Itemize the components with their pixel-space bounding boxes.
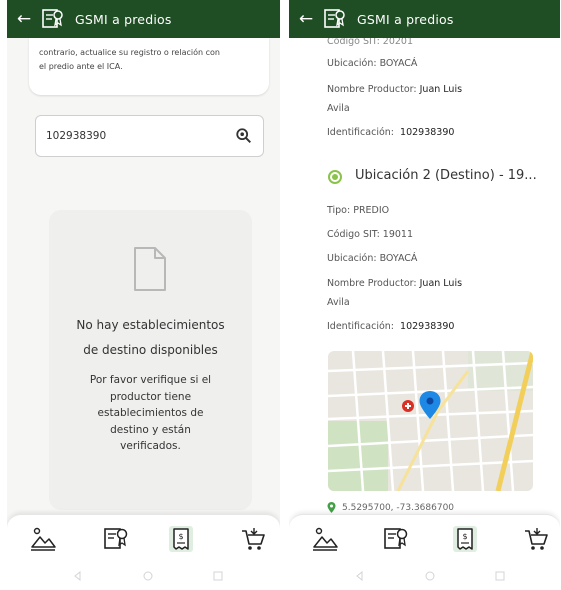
cart-icon[interactable] [522, 525, 550, 553]
screenshot-root: ← GSMI a predios contrario, actualice su… [0, 0, 561, 590]
location2-identificacion: Identificación: 102938390 [327, 321, 454, 332]
coordinates-text: 5.5295700, -73.3686700 [342, 502, 455, 513]
empty-heading-line: No hay establecimientos [76, 318, 225, 332]
receipt-icon[interactable]: $ [167, 525, 195, 553]
svg-text:$: $ [462, 532, 467, 541]
productor-label: Nombre Productor: [327, 278, 417, 289]
location2-codigo: Código SIT: 19011 [327, 229, 414, 240]
receipt-icon[interactable]: $ [451, 525, 479, 553]
location2-ubicacion: Ubicación: BOYACÁ [327, 253, 418, 264]
empty-message-line: establecimientos de [97, 407, 204, 419]
certificate-icon[interactable] [382, 525, 410, 553]
app-title: GSMI a predios [357, 11, 454, 27]
coordinates: 5.5295700, -73.3686700 [327, 502, 454, 513]
search-input[interactable]: 102938390 [46, 130, 235, 142]
back-arrow-icon[interactable]: ← [295, 9, 317, 29]
certificate-logo-icon [324, 9, 345, 28]
system-back-icon[interactable] [73, 571, 83, 581]
certificate-logo-icon [42, 9, 63, 28]
location2-productor: Nombre Productor: Juan Luis [327, 278, 462, 289]
system-navigation-bar [289, 562, 560, 590]
location2-radio[interactable] [328, 170, 342, 184]
landscape-icon[interactable] [29, 525, 57, 553]
productor-name: Juan Luis [419, 84, 463, 95]
app-title: GSMI a predios [75, 11, 172, 27]
notice-card: contrario, actualice su registro o relac… [29, 38, 269, 95]
landscape-icon[interactable] [311, 525, 339, 553]
location-map[interactable] [328, 351, 533, 491]
location2-tipo: Tipo: PREDIO [327, 205, 390, 216]
empty-heading-line: de destino disponibles [83, 343, 218, 357]
empty-message-line: verificados. [120, 440, 181, 452]
identificacion-label: Identificación: [327, 321, 394, 332]
empty-state-card: No hay establecimientos de destino dispo… [49, 210, 252, 510]
productor-label: Nombre Productor: [327, 84, 417, 95]
system-home-icon[interactable] [425, 571, 435, 581]
app-bar: ← GSMI a predios [289, 0, 560, 38]
identificacion-value: 102938390 [400, 321, 455, 332]
empty-message-line: productor tiene [109, 390, 192, 403]
location-pin-icon [327, 502, 336, 513]
system-home-icon[interactable] [143, 571, 153, 581]
location1-productor: Nombre Productor: Juan Luis [327, 84, 462, 95]
empty-state-message: Por favor verifique si el productor tien… [57, 372, 244, 455]
identificacion-value: 102938390 [400, 127, 455, 138]
productor-name: Juan Luis [419, 278, 463, 289]
cart-icon[interactable] [239, 525, 267, 553]
system-back-icon[interactable] [355, 571, 365, 581]
app-bar: ← GSMI a predios [7, 0, 280, 38]
search-icon[interactable] [235, 127, 253, 145]
svg-text:$: $ [178, 532, 183, 541]
bottom-navigation: $ [289, 514, 560, 562]
notice-line: el predio ante el ICA. [39, 62, 123, 71]
search-field[interactable]: 102938390 [35, 115, 264, 157]
identificacion-label: Identificación: [327, 127, 394, 138]
back-arrow-icon[interactable]: ← [13, 9, 35, 29]
location2-title: Ubicación 2 (Destino) - 19... [355, 168, 537, 183]
empty-message-line: Por favor verifique si el [89, 374, 212, 386]
left-screen: ← GSMI a predios contrario, actualice su… [7, 0, 280, 590]
system-recents-icon[interactable] [495, 571, 505, 581]
document-icon [134, 247, 166, 291]
bottom-navigation: $ [7, 514, 280, 562]
system-recents-icon[interactable] [213, 571, 223, 581]
location1-identificacion: Identificación: 102938390 [327, 127, 454, 138]
location1-ubicacion: Ubicación: BOYACÁ [327, 58, 418, 69]
right-screen: Código SIT: 20201 ← GSMI a predios Ubica… [289, 0, 560, 590]
empty-message-line: destino y están [110, 423, 191, 436]
system-navigation-bar [7, 562, 280, 590]
certificate-icon[interactable] [102, 525, 130, 553]
location1-productor-name2: Avila [327, 103, 350, 114]
location2-productor-name2: Avila [327, 297, 350, 308]
empty-state-heading: No hay establecimientos de destino dispo… [49, 313, 252, 363]
notice-line: contrario, actualice su registro o relac… [39, 48, 220, 57]
